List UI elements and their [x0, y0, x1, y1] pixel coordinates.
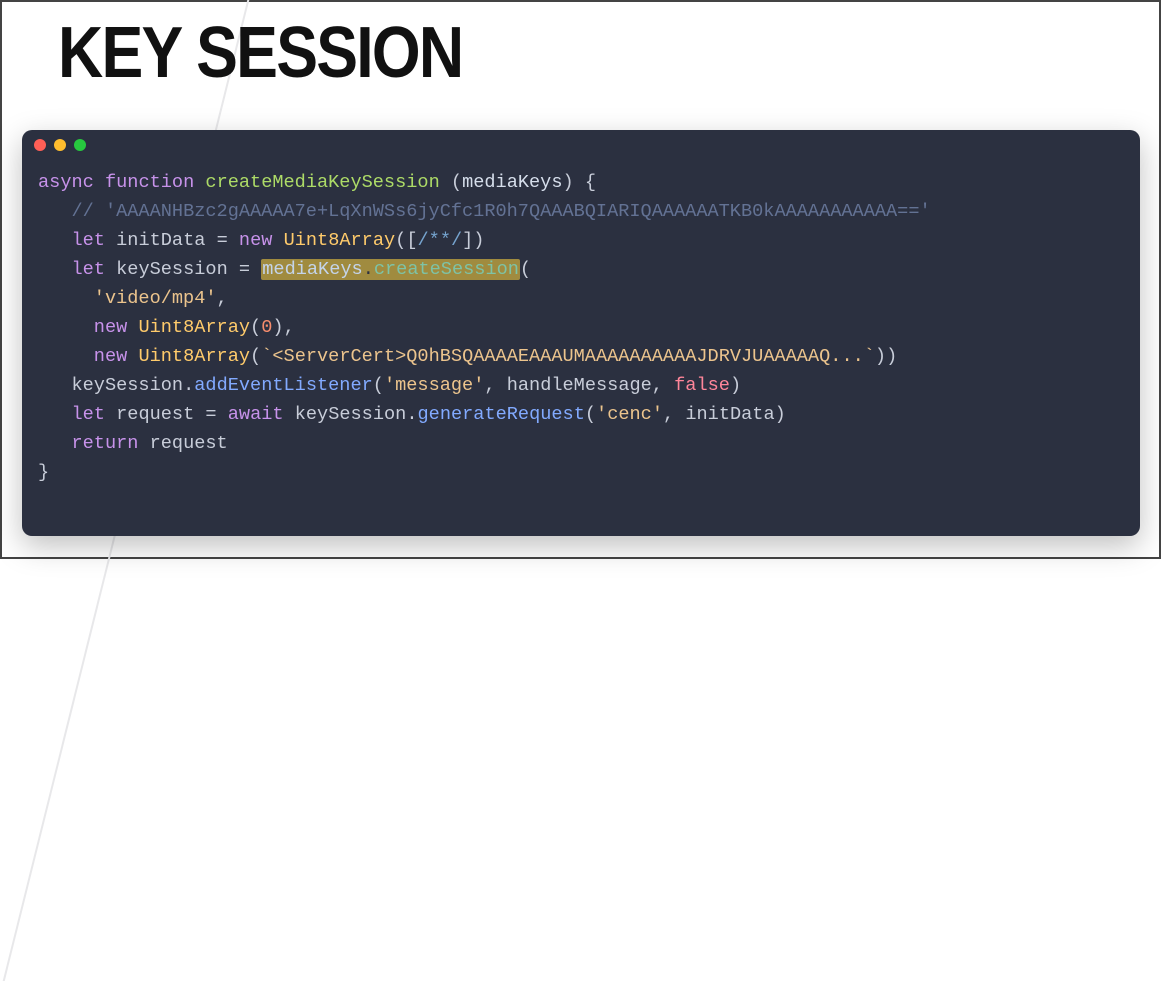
- class-uint8array: Uint8Array: [284, 230, 396, 251]
- fn-generaterequest: generateRequest: [418, 404, 585, 425]
- kw-async: async: [38, 172, 94, 193]
- kw-let: let: [71, 230, 104, 251]
- kw-await: await: [228, 404, 284, 425]
- maximize-icon[interactable]: [74, 139, 86, 151]
- inline-comment: /**/: [418, 230, 463, 251]
- brace-open: {: [585, 172, 596, 193]
- code-block: async function createMediaKeySession (me…: [22, 160, 1140, 503]
- bool-false: false: [674, 375, 730, 396]
- var-request: request: [116, 404, 194, 425]
- kw-function: function: [105, 172, 194, 193]
- kw-return: return: [71, 433, 138, 454]
- brace-close: }: [38, 462, 49, 483]
- window-titlebar: [22, 130, 1140, 160]
- fn-name: createMediaKeySession: [205, 172, 439, 193]
- close-icon[interactable]: [34, 139, 46, 151]
- id-handlemessage: handleMessage: [507, 375, 652, 396]
- highlighted-call: mediaKeys.createSession: [261, 259, 520, 280]
- var-keysession: keySession: [116, 259, 228, 280]
- param: mediaKeys: [462, 172, 562, 193]
- slide-title: KEY SESSION: [58, 12, 462, 94]
- fn-addeventlistener: addEventListener: [194, 375, 373, 396]
- str-servercert: `<ServerCert>Q0hBSQAAAAEAAAUMAAAAAAAAAAJ…: [261, 346, 875, 367]
- minimize-icon[interactable]: [54, 139, 66, 151]
- num-zero: 0: [261, 317, 272, 338]
- var-initdata: initData: [116, 230, 205, 251]
- str-message: 'message': [384, 375, 484, 396]
- comment-base64: // 'AAAANHBzc2gAAAAA7e+LqXnWSs6jyCfc1R0h…: [71, 201, 930, 222]
- code-window: async function createMediaKeySession (me…: [22, 130, 1140, 536]
- str-mime: 'video/mp4': [94, 288, 217, 309]
- str-cenc: 'cenc': [596, 404, 663, 425]
